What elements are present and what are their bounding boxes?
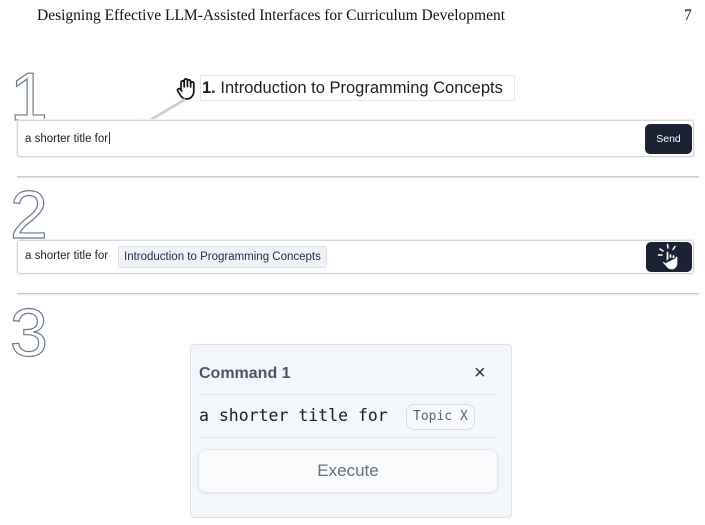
prompt-input-step1[interactable]: a shorter title for [17,120,694,157]
click-hand-icon [657,243,679,271]
dropped-topic-chip[interactable]: Introduction to Programming Concepts [118,246,327,268]
execute-button[interactable]: Execute [198,449,498,493]
dragged-topic-text: Introduction to Programming Concepts [220,79,503,97]
running-head-title: Designing Effective LLM-Assisted Interfa… [37,7,506,24]
command-text: a shorter title for [199,406,388,425]
prompt-input-step1-text: a shorter title for [25,132,111,145]
send-button-clicked[interactable] [646,242,692,272]
send-button[interactable]: Send [645,124,692,154]
step-number-1: 1 [9,64,48,128]
step-number-1-text: 1 [10,64,48,128]
step-number-2: 2 [9,182,48,246]
step-number-3: 3 [9,300,48,364]
panel-divider-bottom [199,437,497,438]
dragged-topic-index: 1. [202,79,216,97]
running-head: Designing Effective LLM-Assisted Interfa… [0,7,705,29]
close-icon[interactable]: × [474,361,486,385]
page-number: 7 [684,7,692,24]
step-separator-1-shadow [17,177,699,179]
dragged-topic-label[interactable]: 1. Introduction to Programming Concepts [200,75,515,101]
prompt-input-step2-prefix: a shorter title for [25,250,109,262]
step-number-3-text: 3 [10,300,48,364]
panel-divider-top [199,394,497,395]
text-caret [109,132,111,144]
placeholder-topic-chip[interactable]: Topic X [406,404,475,430]
prompt-input-step2[interactable]: a shorter title for Introduction to Prog… [17,240,694,274]
command-panel-title: Command 1 [199,365,291,382]
prompt-input-step1-value: a shorter title for [25,133,109,145]
step-number-2-text: 2 [10,182,48,246]
step-separator-2-shadow [17,294,699,296]
